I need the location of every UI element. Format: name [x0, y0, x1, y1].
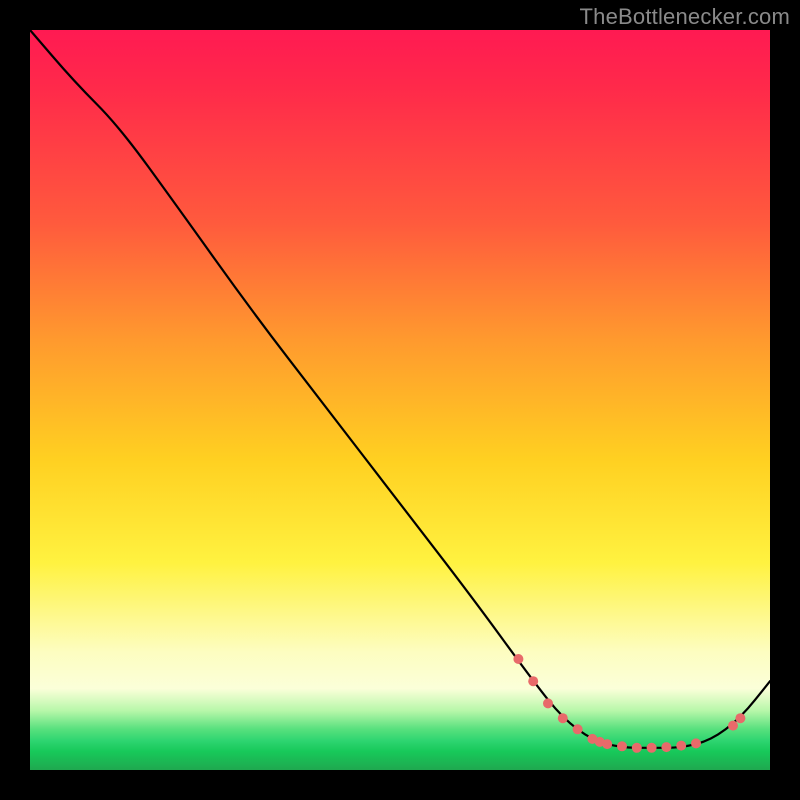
curve-marker [602, 739, 612, 749]
curve-marker [676, 741, 686, 751]
curve-marker [735, 713, 745, 723]
curve-marker [528, 676, 538, 686]
curve-svg [30, 30, 770, 770]
curve-marker [661, 742, 671, 752]
curve-marker [558, 713, 568, 723]
chart-stage: TheBottlenecker.com [0, 0, 800, 800]
curve-marker [647, 743, 657, 753]
bottleneck-curve [30, 30, 770, 748]
curve-marker [617, 741, 627, 751]
curve-marker [691, 738, 701, 748]
curve-marker [632, 743, 642, 753]
curve-marker [513, 654, 523, 664]
curve-marker [728, 721, 738, 731]
curve-marker [573, 724, 583, 734]
watermark-text: TheBottlenecker.com [580, 4, 790, 30]
curve-marker [543, 698, 553, 708]
plot-area [30, 30, 770, 770]
